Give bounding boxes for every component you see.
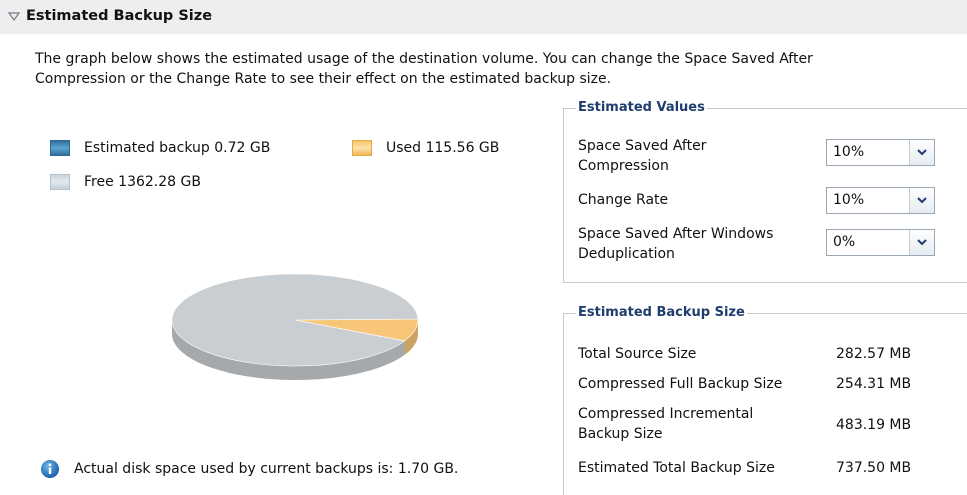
legend-swatch-backup bbox=[50, 140, 70, 156]
stat-value-estimated-total: 737.50 MB bbox=[836, 460, 912, 476]
deduplication-dropdown-button[interactable] bbox=[909, 230, 934, 255]
change-rate-dropdown-button[interactable] bbox=[909, 188, 934, 213]
section-title: Estimated Backup Size bbox=[26, 8, 213, 24]
compression-dropdown-button[interactable] bbox=[909, 140, 934, 165]
legend-item-used: Used 115.56 GB bbox=[352, 140, 499, 156]
intro-line-2: Compression or the Change Rate to see th… bbox=[35, 71, 612, 87]
intro-text: The graph below shows the estimated usag… bbox=[35, 49, 955, 89]
field-label-compression-line1: Space Saved After bbox=[578, 138, 707, 154]
stat-value-compressed-full: 254.31 MB bbox=[836, 376, 912, 392]
chevron-down-icon bbox=[917, 239, 927, 246]
info-row: Actual disk space used by current backup… bbox=[40, 459, 458, 479]
estimated-values-title: Estimated Values bbox=[576, 100, 707, 116]
compression-select[interactable]: 10% bbox=[826, 139, 935, 166]
legend-swatch-free bbox=[50, 174, 70, 190]
info-text: Actual disk space used by current backup… bbox=[74, 461, 459, 477]
deduplication-select[interactable]: 0% bbox=[826, 229, 935, 256]
usage-pie-chart bbox=[171, 273, 419, 380]
field-label-change-rate-line1: Change Rate bbox=[578, 192, 669, 208]
stat-label-compressed-full: Compressed Full Backup Size bbox=[578, 376, 783, 392]
legend-label-used: Used 115.56 GB bbox=[386, 140, 500, 156]
legend-label-free: Free 1362.28 GB bbox=[84, 174, 201, 190]
field-label-deduplication-line1: Space Saved After Windows bbox=[578, 226, 774, 242]
legend-swatch-used bbox=[352, 140, 372, 156]
stat-label-total-source: Total Source Size bbox=[578, 346, 697, 362]
chevron-down-icon bbox=[917, 149, 927, 156]
change-rate-select[interactable]: 10% bbox=[826, 187, 935, 214]
stat-label-compressed-incremental: Compressed Incremental Backup Size bbox=[578, 404, 753, 444]
compression-select-value: 10% bbox=[833, 144, 865, 160]
stat-value-compressed-incremental: 483.19 MB bbox=[836, 417, 912, 433]
stat-value-total-source: 282.57 MB bbox=[836, 346, 912, 362]
field-label-compression: Space Saved After Compression bbox=[578, 136, 706, 176]
info-icon bbox=[41, 460, 59, 478]
chevron-down-icon bbox=[917, 197, 927, 204]
stat-label-compressed-incremental-line1: Compressed Incremental bbox=[578, 406, 754, 422]
intro-line-1: The graph below shows the estimated usag… bbox=[35, 51, 813, 67]
field-label-compression-line2: Compression bbox=[578, 158, 669, 174]
deduplication-select-value: 0% bbox=[833, 234, 856, 250]
field-label-change-rate: Change Rate bbox=[578, 190, 668, 210]
field-label-deduplication: Space Saved After Windows Deduplication bbox=[578, 224, 773, 264]
triangle-down-icon[interactable] bbox=[8, 12, 20, 22]
legend-item-free: Free 1362.28 GB bbox=[50, 174, 201, 190]
legend-item-backup: Estimated backup 0.72 GB bbox=[50, 140, 270, 156]
estimated-backup-size-title: Estimated Backup Size bbox=[576, 305, 747, 321]
stat-label-compressed-incremental-line2: Backup Size bbox=[578, 426, 663, 442]
field-label-deduplication-line2: Deduplication bbox=[578, 246, 675, 262]
stat-label-estimated-total: Estimated Total Backup Size bbox=[578, 460, 775, 476]
change-rate-select-value: 10% bbox=[833, 192, 865, 208]
section-header[interactable]: Estimated Backup Size bbox=[0, 0, 967, 34]
legend-label-backup: Estimated backup 0.72 GB bbox=[84, 140, 271, 156]
